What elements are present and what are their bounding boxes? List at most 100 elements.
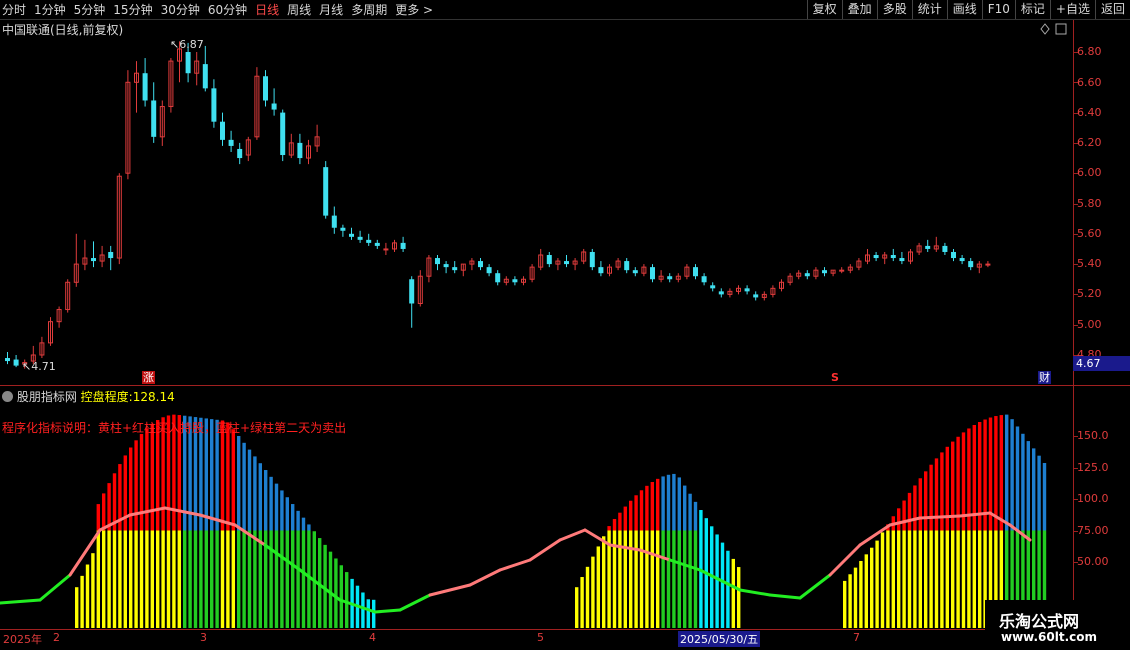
indicator-bar-base (934, 530, 939, 628)
toolbar-button[interactable]: 叠加 (841, 0, 877, 19)
candle-body-up (134, 72, 139, 83)
collapse-icon[interactable] (2, 391, 13, 402)
indicator-bar-base (242, 530, 246, 628)
indicator-bar-base (940, 530, 944, 628)
indicator-bar-base (859, 560, 863, 628)
candle-body-up (985, 263, 991, 266)
indicator-bar-top (618, 512, 622, 531)
candle-body-up (159, 106, 165, 138)
candle-body-up (770, 287, 776, 295)
candle-body-up (254, 75, 260, 138)
toolbar-button[interactable]: 复权 (806, 0, 842, 19)
tab-period[interactable]: 60分钟 (208, 1, 247, 18)
toolbar-button[interactable]: F10 (981, 0, 1015, 19)
indicator-bar-base (623, 530, 627, 628)
diamond-icon[interactable] (1040, 23, 1050, 35)
candle-body-up (168, 60, 174, 108)
indicator-bar-base (307, 530, 311, 628)
indicator-bar-base (585, 566, 590, 628)
indicator-bar-top (145, 428, 149, 531)
indicator-bar-base (134, 530, 138, 628)
indicator-bar-base (634, 530, 638, 628)
tab-period[interactable]: 5分钟 (74, 1, 106, 18)
toolbar-button[interactable]: +自选 (1049, 0, 1095, 19)
indicator-bar-base (237, 530, 241, 628)
candle-body-up (847, 266, 853, 271)
candle-body-up (976, 263, 982, 268)
price-tick: 5.80 (1077, 197, 1102, 210)
tab-period[interactable]: 1分钟 (34, 1, 66, 18)
toolbar-button[interactable]: 统计 (911, 0, 947, 19)
candle-body-down (5, 358, 10, 362)
indicator-bar-top (983, 419, 987, 531)
indicator-bar-base (291, 530, 295, 628)
candle-body-up (48, 321, 53, 344)
toolbar-button[interactable]: 标记 (1014, 0, 1050, 19)
toolbar-button[interactable]: 画线 (946, 0, 982, 19)
indicator-bar-top (107, 483, 111, 531)
indicator-bar-base (129, 530, 133, 628)
indicator-bar-top (634, 495, 638, 531)
price-tick: 6.60 (1077, 76, 1102, 89)
indicator-bar-base (720, 542, 725, 628)
limit-up-marker[interactable]: 涨 (142, 371, 155, 384)
indicator-bar-base (188, 530, 192, 628)
candle-body-up (417, 275, 423, 304)
candle-body-up (469, 260, 475, 265)
finance-marker[interactable]: 财 (1038, 371, 1051, 384)
sell-marker[interactable]: S (831, 371, 839, 384)
tab-more[interactable]: 更多 > (395, 1, 433, 18)
tab-period[interactable]: 多周期 (351, 1, 387, 18)
indicator-bar-base (629, 530, 633, 628)
indicator-bar-top (907, 492, 912, 531)
tab-period-active[interactable]: 日线 (255, 1, 279, 18)
tab-period[interactable]: 分时 (2, 1, 26, 18)
control-line-segment (768, 593, 802, 600)
candle-body-down (693, 267, 698, 277)
control-line-segment (638, 548, 672, 562)
indicator-bar-base (929, 530, 933, 628)
indicator-bar-base (924, 530, 928, 628)
indicator-header: 股朋指标网 控盘程度:128.14 (2, 388, 175, 405)
toolbar-button[interactable]: 多股 (876, 0, 912, 19)
indicator-bar-top (683, 485, 687, 531)
indicator-bar-top (886, 524, 890, 531)
tab-period[interactable]: 周线 (287, 1, 311, 18)
candle-body-up (787, 275, 793, 283)
indicator-bar-base (591, 556, 595, 628)
indicator-bar-base (843, 580, 847, 628)
maximize-icon[interactable] (1055, 23, 1067, 35)
tab-period[interactable]: 15分钟 (113, 1, 152, 18)
candle-body-down (942, 245, 948, 252)
indicator-bar-top (656, 478, 660, 531)
indicator-bar-base (112, 530, 117, 628)
indicator-bar-top (699, 510, 703, 531)
tab-period[interactable]: 月线 (319, 1, 343, 18)
toolbar-button[interactable]: 返回 (1094, 0, 1130, 19)
indicator-bar-base (80, 575, 84, 628)
tab-period[interactable]: 30分钟 (161, 1, 200, 18)
indicator-bar-base (972, 530, 976, 628)
indicator-bar-base (199, 530, 203, 628)
candle-body-down (890, 255, 896, 259)
candle-body-up (607, 266, 612, 274)
indicator-bar-base (96, 530, 100, 628)
control-line-segment (583, 528, 612, 547)
indicator-bar-top (956, 436, 960, 531)
indicator-bar-base (91, 553, 95, 628)
control-line-segment (298, 568, 342, 602)
indicator-bar-top (945, 446, 949, 531)
candle-body-down (512, 279, 518, 283)
indicator-bar-base (618, 530, 622, 628)
indicator-name[interactable]: 股朋指标网 (17, 390, 77, 404)
indicator-bar-base (864, 554, 868, 628)
watermark-url: www.60lt.com (1001, 630, 1098, 644)
candle-body-up (460, 263, 466, 271)
indicator-bar-base (296, 530, 300, 628)
indicator-bar-top (1032, 448, 1036, 531)
indicator-bar-base (853, 567, 858, 628)
control-line-segment (668, 558, 702, 572)
indicator-bar-top (961, 432, 966, 531)
indicator-bar-base (75, 587, 79, 628)
indicator-bar-base (334, 558, 338, 628)
